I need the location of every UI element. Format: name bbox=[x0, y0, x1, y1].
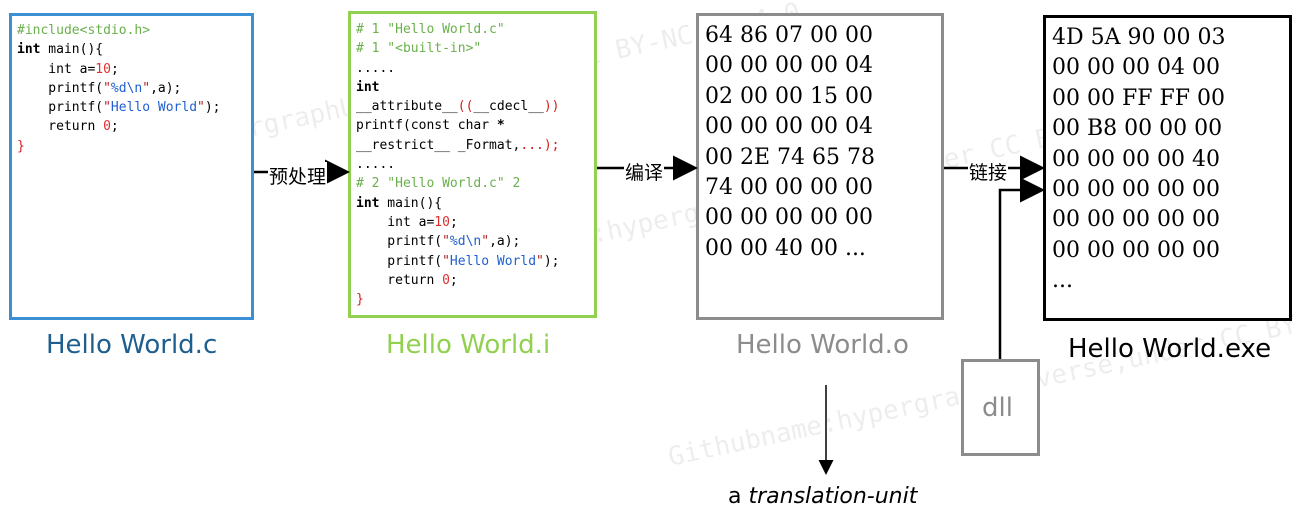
dll-link-arrow bbox=[998, 177, 1045, 359]
link-label: 链接 bbox=[968, 158, 1009, 185]
translation-unit-term: translation-unit bbox=[748, 484, 918, 509]
translation-unit-prefix: a bbox=[728, 484, 749, 509]
preprocess-label: 预处理 bbox=[268, 162, 328, 189]
arrows-layer bbox=[254, 155, 1045, 475]
translation-unit-note: a translation-unit bbox=[728, 484, 917, 509]
compile-label: 编译 bbox=[624, 158, 665, 185]
